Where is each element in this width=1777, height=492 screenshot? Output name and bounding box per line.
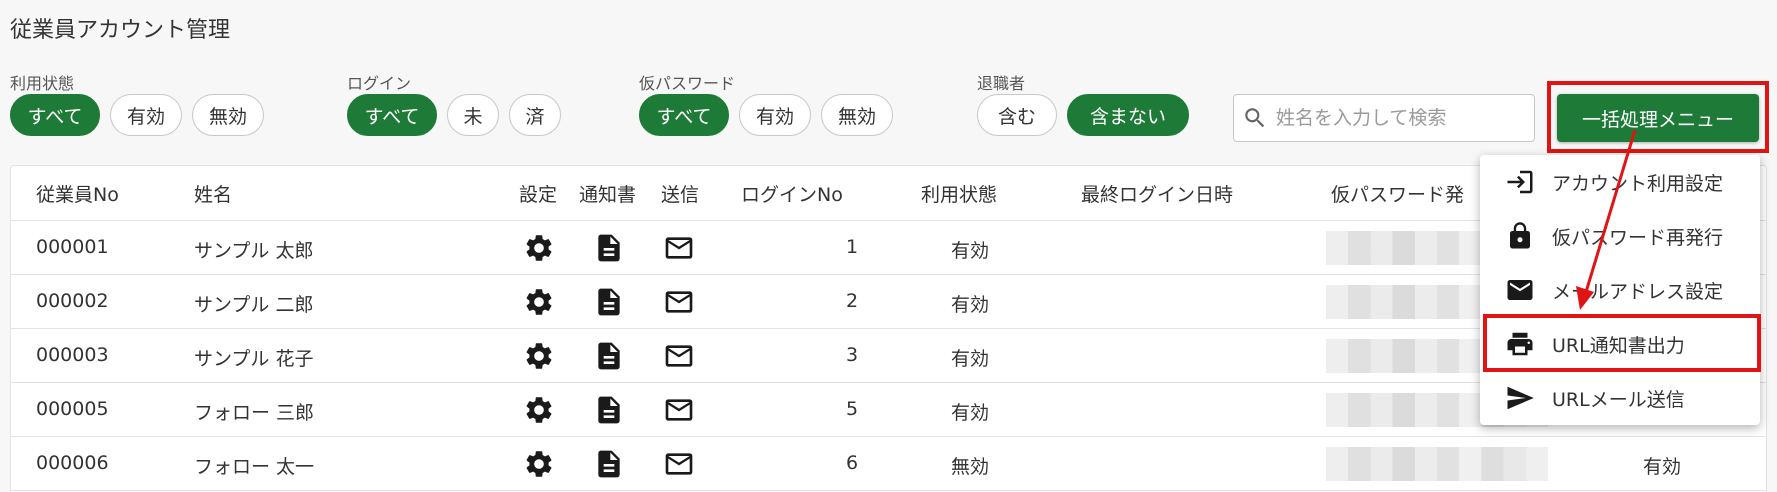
annotation-arrow — [1576, 129, 1637, 310]
